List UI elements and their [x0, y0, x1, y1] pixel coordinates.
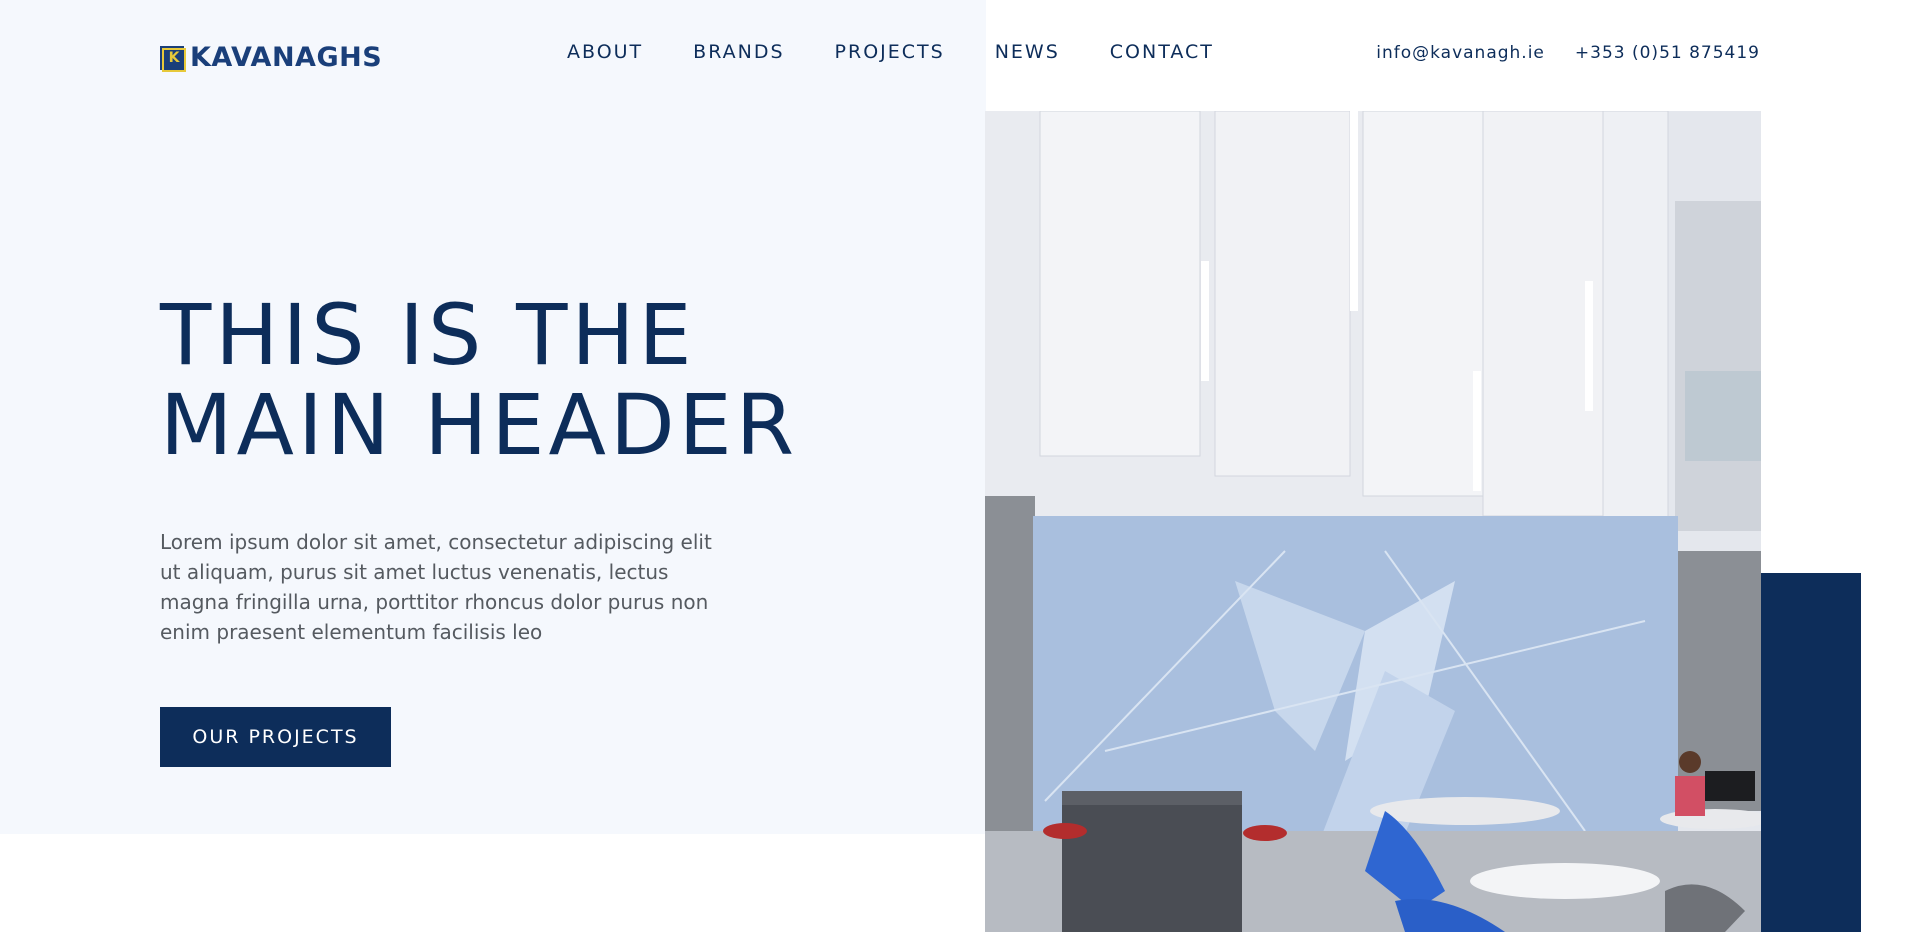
nav-brands[interactable]: BRANDS	[693, 41, 784, 63]
atrium-interior-image	[985, 111, 1761, 932]
main-nav: ABOUT BRANDS PROJECTS NEWS CONTACT	[567, 41, 1214, 63]
hero-description: Lorem ipsum dolor sit amet, consectetur …	[160, 530, 712, 644]
hero-title-line-2: MAIN HEADER	[160, 376, 799, 474]
kavanaghs-k-logo-icon	[160, 45, 186, 72]
nav-about[interactable]: ABOUT	[567, 41, 643, 63]
our-projects-button[interactable]: OUR PROJECTS	[160, 707, 391, 767]
nav-projects[interactable]: PROJECTS	[835, 41, 945, 63]
brand-name: KAVANAGHS	[190, 42, 383, 73]
header-contact: info@kavanagh.ie +353 (0)51 875419	[1376, 43, 1760, 63]
hero-title: THIS IS THE MAIN HEADER	[160, 290, 860, 470]
nav-contact[interactable]: CONTACT	[1110, 41, 1214, 63]
hero-title-line-1: THIS IS THE	[160, 286, 696, 384]
contact-phone-link[interactable]: +353 (0)51 875419	[1575, 43, 1760, 63]
accent-block	[1761, 573, 1861, 932]
contact-email-link[interactable]: info@kavanagh.ie	[1376, 43, 1545, 63]
nav-news[interactable]: NEWS	[995, 41, 1060, 63]
brand-logo[interactable]: KAVANAGHS	[160, 42, 382, 73]
hero-photo	[985, 111, 1761, 932]
